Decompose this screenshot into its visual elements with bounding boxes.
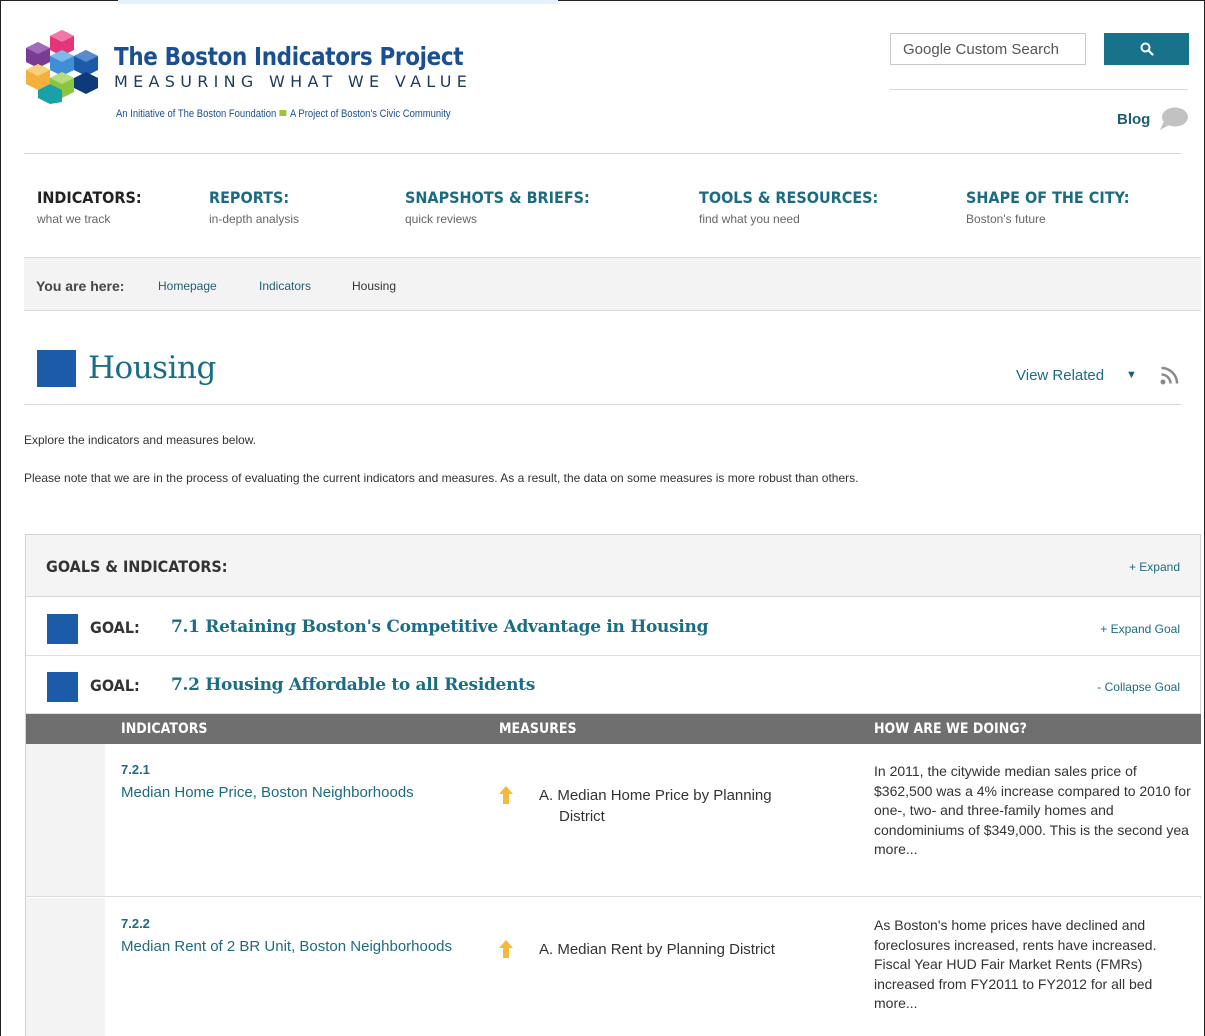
speech-bubble-icon[interactable] — [1158, 106, 1190, 132]
chevron-down-icon[interactable]: ▼ — [1126, 369, 1137, 381]
blog-link[interactable]: Blog — [1117, 111, 1150, 128]
breadcrumb-label: You are here: — [36, 278, 125, 294]
indicators-table-header: INDICATORS MEASURES HOW ARE WE DOING? — [26, 714, 1201, 744]
brand-subtitle: An Initiative of The Boston Foundation A … — [116, 108, 451, 120]
how-are-we-doing-text: In 2011, the citywide median sales price… — [874, 763, 1191, 857]
measure-link[interactable]: A. Median Rent by Planning District — [539, 939, 809, 960]
nav-title: REPORTS: — [209, 188, 290, 207]
goal-label: GOAL: — [90, 618, 140, 637]
breadcrumb: You are here: Homepage Indicators Housin… — [24, 257, 1201, 311]
nav-subtitle: find what you need — [699, 212, 800, 226]
brand-title[interactable]: The Boston Indicators Project — [114, 42, 464, 71]
indicator-name-link[interactable]: Median Rent of 2 BR Unit, Boston Neighbo… — [121, 938, 452, 955]
nav-title: INDICATORS: — [37, 188, 142, 207]
brand-sub-left: An Initiative of The Boston Foundation — [116, 108, 277, 120]
nav-tools-resources[interactable]: TOOLS & RESOURCES: find what you need — [699, 188, 898, 226]
goal-label: GOAL: — [90, 676, 140, 695]
search-input[interactable] — [890, 33, 1086, 65]
nav-title: SHAPE OF THE CITY: — [966, 188, 1130, 207]
measure-text: A. Median Rent by Planning District — [539, 941, 775, 958]
goals-header: GOALS & INDICATORS: + Expand — [26, 535, 1200, 597]
nav-title: TOOLS & RESOURCES: — [699, 188, 879, 207]
intro-note: Please note that we are in the process o… — [24, 471, 859, 485]
logo-cubes-icon[interactable] — [24, 28, 100, 104]
rss-icon[interactable] — [1160, 365, 1180, 385]
how-are-we-doing-text: As Boston's home prices have declined an… — [874, 917, 1157, 1011]
table-row: 7.2.1 Median Home Price, Boston Neighbor… — [26, 744, 1201, 897]
header-divider-line — [24, 153, 1181, 154]
goals-heading: GOALS & INDICATORS: — [46, 557, 228, 576]
intro-text: Explore the indicators and measures belo… — [24, 433, 257, 447]
collapse-goal-link[interactable]: - Collapse Goal — [1097, 680, 1180, 694]
table-row: 7.2.2 Median Rent of 2 BR Unit, Boston N… — [26, 898, 1201, 1036]
column-header-measures: MEASURES — [499, 721, 577, 737]
expand-goal-link[interactable]: + Expand Goal — [1100, 622, 1180, 636]
nav-shape-of-the-city[interactable]: SHAPE OF THE CITY: Boston's future — [966, 188, 1148, 226]
arrow-up-icon — [499, 786, 513, 804]
nav-subtitle: Boston's future — [966, 212, 1046, 226]
separator-square-icon — [279, 110, 287, 116]
expand-all-link[interactable]: + Expand — [1129, 560, 1180, 574]
nav-reports[interactable]: REPORTS: in-depth analysis — [209, 188, 299, 226]
search-button[interactable] — [1104, 33, 1189, 65]
page-title: Housing — [88, 350, 216, 386]
indicator-number[interactable]: 7.2.1 — [121, 762, 150, 777]
nav-snapshots-briefs[interactable]: SNAPSHOTS & BRIEFS: quick reviews — [405, 188, 610, 226]
goal-row[interactable]: GOAL: 7.2 Housing Affordable to all Resi… — [26, 656, 1200, 714]
breadcrumb-indicators[interactable]: Indicators — [259, 279, 311, 293]
nav-subtitle: what we track — [37, 212, 111, 226]
arrow-up-icon — [499, 940, 513, 958]
measure-link[interactable]: A. Median Home Price by Planning Distric… — [539, 785, 809, 827]
column-header-how-are-we-doing: HOW ARE WE DOING? — [874, 721, 1027, 737]
nav-title: SNAPSHOTS & BRIEFS: — [405, 188, 590, 207]
goal-title[interactable]: 7.2 Housing Affordable to all Residents — [171, 675, 535, 695]
title-divider — [24, 404, 1181, 405]
indicator-number[interactable]: 7.2.2 — [121, 916, 150, 931]
goal-row[interactable]: GOAL: 7.1 Retaining Boston's Competitive… — [26, 598, 1200, 656]
indicator-name-link[interactable]: Median Home Price, Boston Neighborhoods — [121, 784, 414, 801]
nav-subtitle: quick reviews — [405, 212, 478, 226]
header-divider — [890, 89, 1188, 90]
goals-indicators-panel: GOALS & INDICATORS: + Expand GOAL: 7.1 R… — [25, 534, 1201, 1036]
search-icon — [1140, 42, 1154, 56]
page-title-square-icon — [37, 350, 76, 387]
brand-tagline: MEASURING WHAT WE VALUE — [114, 72, 473, 91]
nav-indicators[interactable]: INDICATORS: what we track — [37, 188, 153, 226]
goal-square-icon — [47, 672, 78, 702]
top-strip — [118, 0, 558, 4]
row-gutter — [26, 898, 105, 1036]
breadcrumb-current: Housing — [352, 279, 397, 293]
row-gutter — [26, 744, 105, 896]
goal-title[interactable]: 7.1 Retaining Boston's Competitive Advan… — [171, 617, 708, 637]
measure-text: A. Median Home Price by Planning Distric… — [539, 787, 772, 825]
goal-square-icon — [47, 614, 78, 644]
nav-subtitle: in-depth analysis — [209, 212, 300, 226]
breadcrumb-homepage[interactable]: Homepage — [158, 279, 217, 293]
column-header-indicators: INDICATORS — [121, 721, 208, 737]
view-related-dropdown[interactable]: View Related — [1016, 367, 1104, 384]
brand-sub-right: A Project of Boston's Civic Community — [289, 108, 451, 120]
